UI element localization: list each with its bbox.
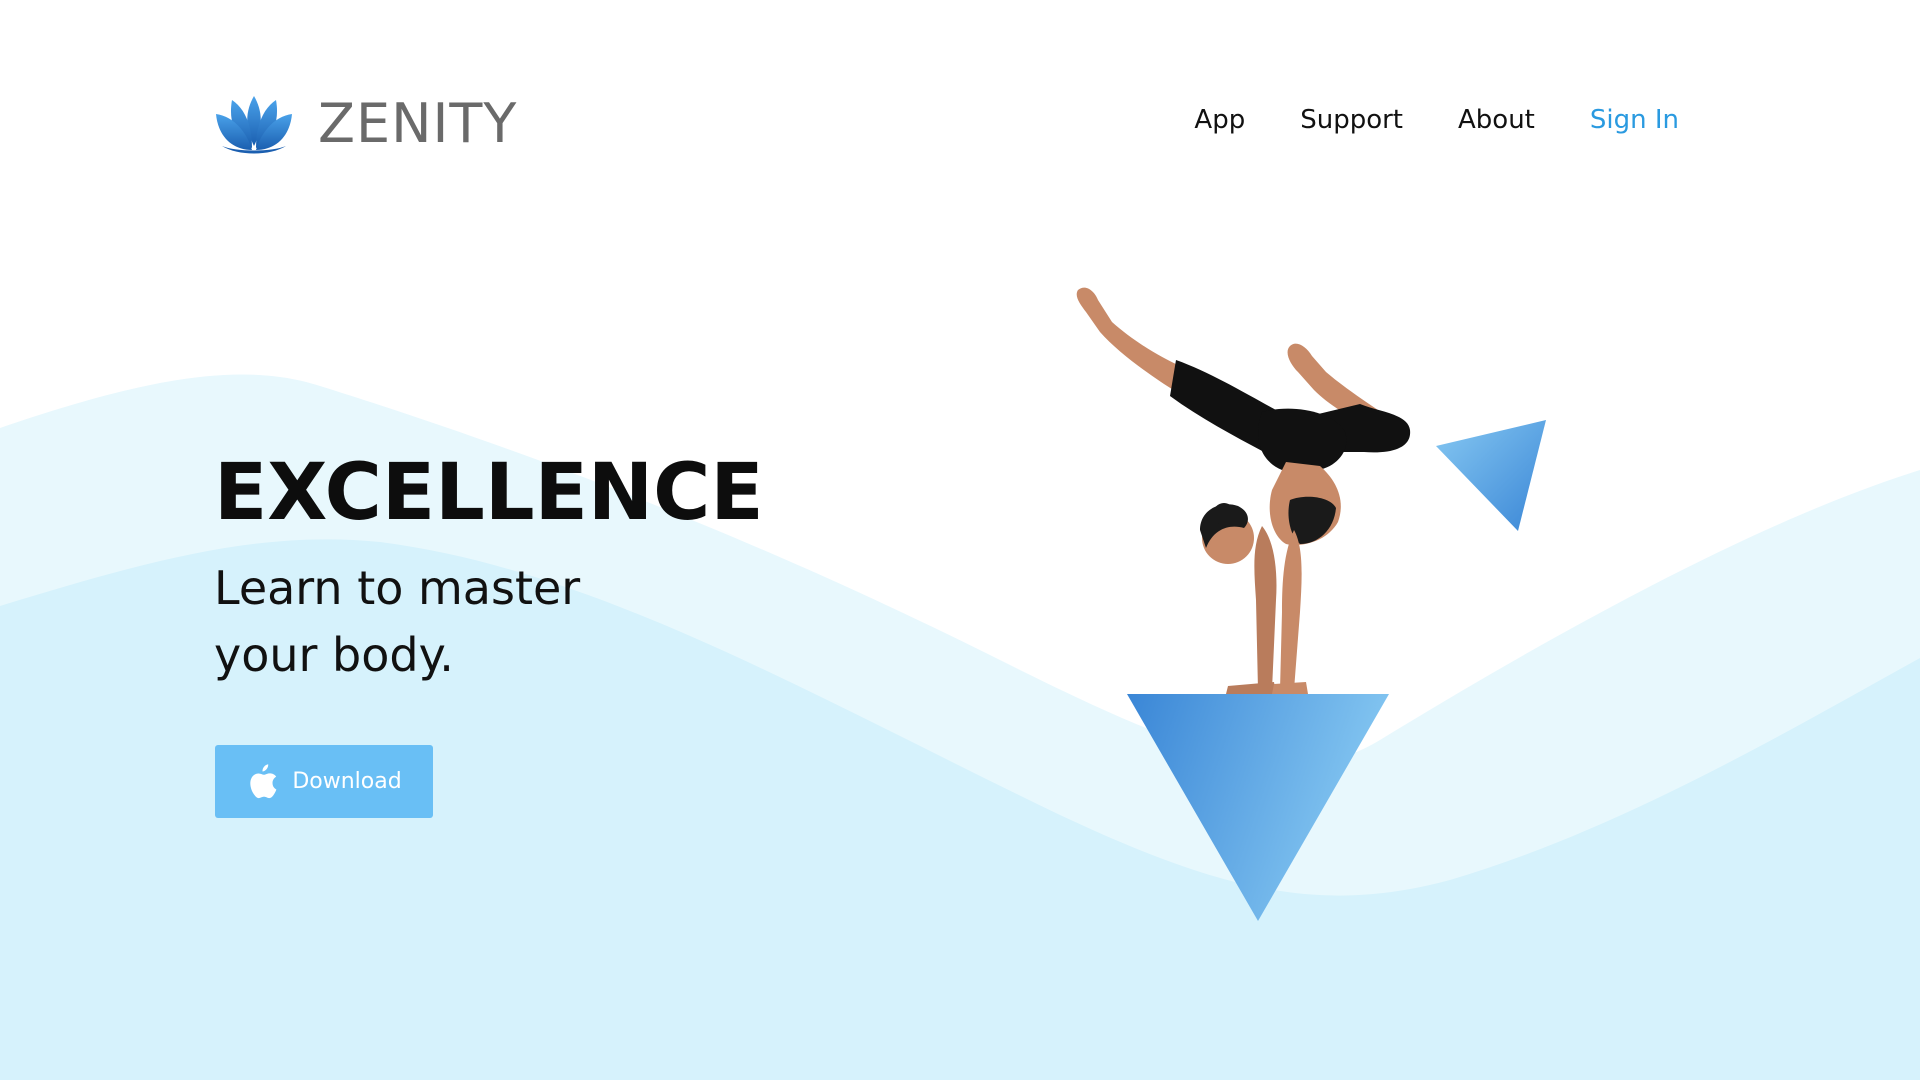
lotus-icon [216,96,292,154]
nav-item-support[interactable]: Support [1300,98,1403,142]
nav-item-app[interactable]: App [1194,98,1245,142]
download-label: Download [292,769,402,794]
brand-logo[interactable]: ZENITY [214,92,517,156]
landing-page: ZENITY App Support About Sign In EXCELLE… [0,0,1920,1080]
hero-section: EXCELLENCE Learn to master your body. [214,445,764,689]
hero-subtitle: Learn to master your body. [214,561,581,682]
brand-name: ZENITY [318,92,518,155]
main-nav: App Support About Sign In [1139,98,1679,142]
hero-title: EXCELLENCE [214,448,764,538]
apple-icon [250,763,277,798]
download-button[interactable]: Download [215,745,433,818]
nav-item-about[interactable]: About [1458,98,1535,142]
signin-link[interactable]: Sign In [1590,98,1679,142]
site-header: ZENITY App Support About Sign In [0,0,1920,200]
